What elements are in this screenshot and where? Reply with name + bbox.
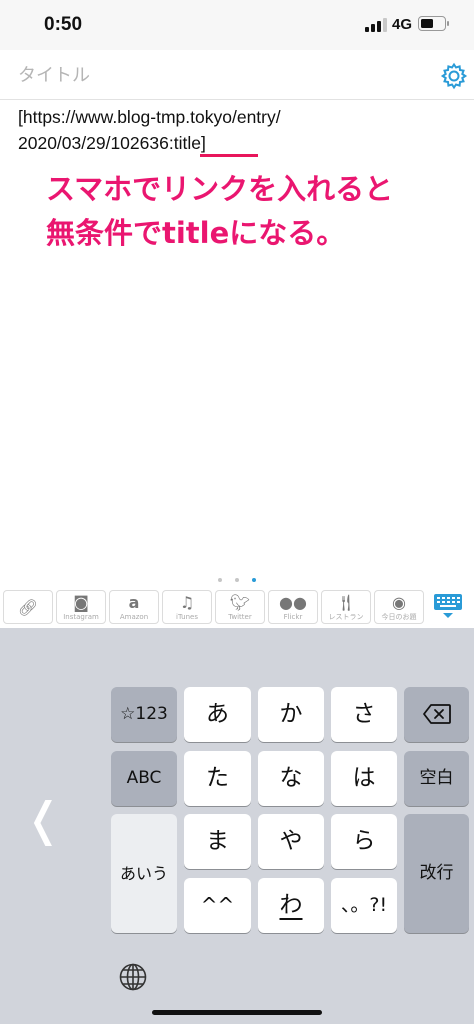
instagram-icon: ◙ bbox=[73, 593, 89, 612]
home-indicator bbox=[152, 1010, 322, 1015]
amazon-button[interactable]: a Amazon bbox=[109, 590, 159, 624]
title-input[interactable] bbox=[18, 62, 418, 88]
dakuten-key[interactable]: ^^ bbox=[184, 878, 251, 933]
status-time: 0:50 bbox=[44, 14, 83, 35]
annotation-line-2: 無条件でtitleになる。 bbox=[46, 216, 346, 250]
space-key[interactable]: 空白 bbox=[404, 751, 469, 806]
symbols-key-label: ☆123 bbox=[120, 704, 168, 724]
delete-key[interactable] bbox=[404, 687, 469, 742]
kana-key-a[interactable]: あ bbox=[184, 687, 251, 742]
kana-key-ra[interactable]: ら bbox=[331, 814, 397, 869]
body-line-1: [https://www.blog-tmp.tokyo/entry/ bbox=[18, 107, 281, 127]
body-line-2: 2020/03/29/102636:title] bbox=[18, 133, 206, 153]
key-label: 、。?! bbox=[340, 894, 388, 916]
status-bar: 0:50 4G bbox=[0, 0, 474, 50]
restaurant-icon: 🍴︎ bbox=[335, 593, 357, 612]
keyboard-icon[interactable] bbox=[432, 592, 464, 620]
globe-icon[interactable] bbox=[118, 962, 148, 992]
page-dot bbox=[235, 578, 239, 582]
key-label: か bbox=[279, 701, 303, 727]
space-key-label: 空白 bbox=[419, 768, 454, 788]
key-label: ま bbox=[206, 828, 229, 854]
itunes-label: iTunes bbox=[176, 613, 198, 621]
key-label: は bbox=[352, 765, 376, 791]
kana-key-sa[interactable]: さ bbox=[331, 687, 397, 742]
key-label: ^^ bbox=[200, 893, 235, 917]
return-key-label: 改行 bbox=[419, 863, 454, 883]
title-row bbox=[0, 50, 474, 100]
kana-key-ta[interactable]: た bbox=[184, 751, 251, 806]
title-highlight-underline bbox=[200, 154, 258, 157]
flickr-button[interactable]: ●● Flickr bbox=[268, 590, 318, 624]
symbols-key[interactable]: ☆123 bbox=[111, 687, 177, 742]
backspace-icon bbox=[422, 704, 451, 724]
key-label: な bbox=[279, 765, 303, 791]
page-dot-active bbox=[252, 578, 257, 582]
twitter-button[interactable]: 🐦︎ Twitter bbox=[215, 590, 265, 624]
return-key[interactable]: 改行 bbox=[404, 814, 469, 933]
instagram-label: Instagram bbox=[63, 613, 99, 621]
toolbar-page-indicator bbox=[0, 578, 474, 588]
link-icon: 🔗︎ bbox=[17, 598, 39, 617]
amazon-label: Amazon bbox=[119, 613, 149, 621]
flickr-label: Flickr bbox=[283, 613, 303, 621]
insert-toolbar: 🔗︎ ◙ Instagram a Amazon ♫ iTunes 🐦︎ Twit… bbox=[0, 588, 474, 628]
battery-icon bbox=[418, 16, 449, 31]
abc-key[interactable]: ABC bbox=[111, 751, 177, 806]
twitter-label: Twitter bbox=[228, 613, 252, 621]
today-topic-button[interactable]: ◉ 今日のお題 bbox=[374, 590, 424, 624]
kana-mode-key[interactable]: あいう bbox=[111, 814, 177, 933]
key-label: さ bbox=[352, 701, 376, 727]
gear-icon[interactable] bbox=[440, 62, 468, 90]
annotation-line-1: スマホでリンクを入れると bbox=[46, 172, 394, 206]
kana-key-na[interactable]: な bbox=[258, 751, 324, 806]
flickr-icon: ●● bbox=[279, 593, 307, 612]
today-icon: ◉ bbox=[392, 593, 406, 612]
key-label: あ bbox=[206, 701, 229, 727]
restaurant-button[interactable]: 🍴︎ レストラン bbox=[321, 590, 371, 624]
amazon-icon: a bbox=[128, 593, 140, 612]
kana-key-ha[interactable]: は bbox=[331, 751, 397, 806]
music-icon: ♫ bbox=[179, 593, 195, 612]
twitter-icon: 🐦︎ bbox=[229, 593, 251, 612]
kana-key-wa[interactable]: わ bbox=[258, 878, 324, 933]
key-label: ら bbox=[352, 828, 376, 854]
instagram-button[interactable]: ◙ Instagram bbox=[56, 590, 106, 624]
kana-key-ma[interactable]: ま bbox=[184, 814, 251, 869]
signal-icon bbox=[365, 17, 387, 32]
keyboard-left-arrow[interactable]: ❬ bbox=[24, 792, 63, 846]
kana-key-ka[interactable]: か bbox=[258, 687, 324, 742]
network-label: 4G bbox=[392, 16, 413, 33]
itunes-button[interactable]: ♫ iTunes bbox=[162, 590, 212, 624]
link-button[interactable]: 🔗︎ bbox=[3, 590, 53, 624]
punctuation-key[interactable]: 、。?! bbox=[331, 878, 397, 933]
key-label: た bbox=[206, 765, 229, 791]
restaurant-label: レストラン bbox=[328, 613, 364, 621]
key-label: や bbox=[279, 828, 303, 854]
today-topic-label: 今日のお題 bbox=[381, 613, 417, 621]
kana-key-ya[interactable]: や bbox=[258, 814, 324, 869]
abc-key-label: ABC bbox=[126, 768, 162, 788]
kana-mode-label: あいう bbox=[119, 864, 168, 883]
editor-body[interactable]: [https://www.blog-tmp.tokyo/entry/ 2020/… bbox=[18, 104, 458, 156]
key-label: わ bbox=[279, 892, 303, 918]
page-dot bbox=[217, 578, 222, 582]
